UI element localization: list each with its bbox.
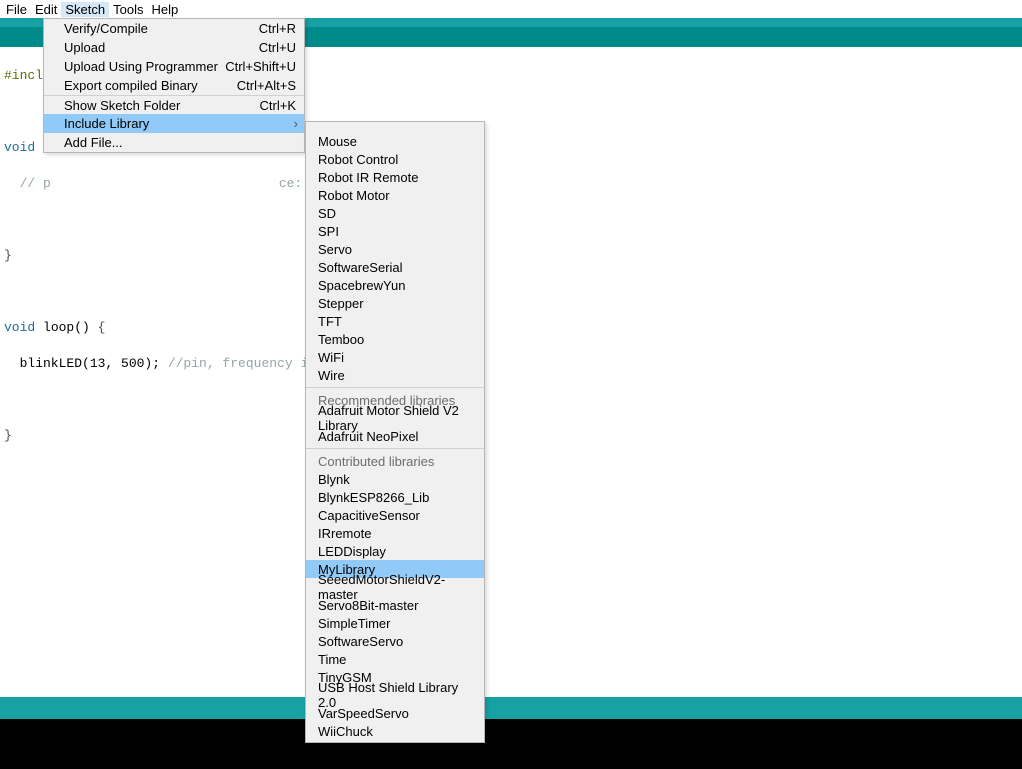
menu-item-label: Add File... xyxy=(64,135,123,150)
menu-add-file[interactable]: Add File... xyxy=(44,133,304,152)
menu-item-label: Verify/Compile xyxy=(64,21,148,36)
status-bar-teal xyxy=(0,697,1022,719)
code-line: void loop() { xyxy=(4,319,1018,337)
lib-item-temboo[interactable]: Temboo xyxy=(306,330,484,348)
lib-item-adafruit-motor-shield-v2-library[interactable]: Adafruit Motor Shield V2 Library xyxy=(306,409,484,427)
code-line: } xyxy=(4,247,1018,265)
lib-item-simpletimer[interactable]: SimpleTimer xyxy=(306,614,484,632)
submenu-separator xyxy=(306,448,484,449)
lib-item-wifi[interactable]: WiFi xyxy=(306,348,484,366)
menu-tools[interactable]: Tools xyxy=(109,2,147,17)
lib-item-time[interactable]: Time xyxy=(306,650,484,668)
menu-item-label: Include Library xyxy=(64,116,149,131)
lib-item-tft[interactable]: TFT xyxy=(306,312,484,330)
code-line: } xyxy=(4,427,1018,445)
console-area xyxy=(0,719,1022,769)
lib-item-robot-ir-remote[interactable]: Robot IR Remote xyxy=(306,168,484,186)
menu-item-label: Show Sketch Folder xyxy=(64,98,180,113)
menu-item-shortcut: Ctrl+U xyxy=(259,40,296,55)
menu-item-shortcut: Ctrl+K xyxy=(260,98,296,113)
lib-item-blynkesp8266-lib[interactable]: BlynkESP8266_Lib xyxy=(306,488,484,506)
menu-include-library[interactable]: Include Library xyxy=(44,114,304,133)
lib-item-softwareservo[interactable]: SoftwareServo xyxy=(306,632,484,650)
submenu-header-contributed: Contributed libraries xyxy=(306,451,484,470)
menu-sketch[interactable]: Sketch xyxy=(61,2,109,17)
lib-item-spi[interactable]: SPI xyxy=(306,222,484,240)
code-line: // pce: xyxy=(4,175,1018,193)
lib-item-robot-motor[interactable]: Robot Motor xyxy=(306,186,484,204)
menubar: File Edit Sketch Tools Help xyxy=(0,0,1022,18)
lib-item-servo[interactable]: Servo xyxy=(306,240,484,258)
lib-item-usb-host-shield-library-2-0[interactable]: USB Host Shield Library 2.0 xyxy=(306,686,484,704)
code-line xyxy=(4,211,1018,229)
submenu-separator xyxy=(306,387,484,388)
lib-item-spacebrewyun[interactable]: SpacebrewYun xyxy=(306,276,484,294)
menu-upload-using-programmer[interactable]: Upload Using Programmer Ctrl+Shift+U xyxy=(44,57,304,76)
sketch-dropdown: Verify/Compile Ctrl+R Upload Ctrl+U Uplo… xyxy=(43,18,305,153)
menu-help[interactable]: Help xyxy=(147,2,182,17)
lib-item-wiichuck[interactable]: WiiChuck xyxy=(306,722,484,740)
menu-item-label: Export compiled Binary xyxy=(64,78,198,93)
menu-edit[interactable]: Edit xyxy=(31,2,61,17)
lib-item-irremote[interactable]: IRremote xyxy=(306,524,484,542)
lib-item-mouse[interactable]: Mouse xyxy=(306,132,484,150)
lib-item-blynk[interactable]: Blynk xyxy=(306,470,484,488)
menu-item-shortcut: Ctrl+R xyxy=(259,21,296,36)
menu-verify-compile[interactable]: Verify/Compile Ctrl+R xyxy=(44,19,304,38)
lib-item-sd[interactable]: SD xyxy=(306,204,484,222)
menu-export-binary[interactable]: Export compiled Binary Ctrl+Alt+S xyxy=(44,76,304,95)
menu-item-label: Upload Using Programmer xyxy=(64,59,218,74)
lib-item-stepper[interactable]: Stepper xyxy=(306,294,484,312)
menu-show-sketch-folder[interactable]: Show Sketch Folder Ctrl+K xyxy=(44,95,304,114)
lib-item-leddisplay[interactable]: LEDDisplay xyxy=(306,542,484,560)
lib-item-seeedmotorshieldv2-master[interactable]: SeeedMotorShieldV2-master xyxy=(306,578,484,596)
menu-item-label: Upload xyxy=(64,40,105,55)
lib-item-capacitivesensor[interactable]: CapacitiveSensor xyxy=(306,506,484,524)
lib-item-wire[interactable]: Wire xyxy=(306,366,484,384)
menu-upload[interactable]: Upload Ctrl+U xyxy=(44,38,304,57)
lib-item-robot-control[interactable]: Robot Control xyxy=(306,150,484,168)
menu-file[interactable]: File xyxy=(2,2,31,17)
code-line xyxy=(4,283,1018,301)
menu-item-shortcut: Ctrl+Shift+U xyxy=(225,59,296,74)
lib-item-softwareserial[interactable]: SoftwareSerial xyxy=(306,258,484,276)
menu-item-shortcut: Ctrl+Alt+S xyxy=(237,78,296,93)
include-library-submenu: MouseRobot ControlRobot IR RemoteRobot M… xyxy=(305,121,485,743)
submenu-spacer xyxy=(306,122,484,132)
code-line xyxy=(4,391,1018,409)
code-line: blinkLED(13, 500); //pin, frequency in xyxy=(4,355,1018,373)
